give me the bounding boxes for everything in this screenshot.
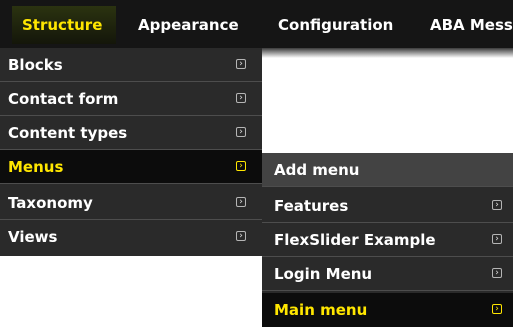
menu-item-taxonomy[interactable]: Taxonomy › [0,186,262,220]
arrow-right-square-icon: › [492,304,502,314]
tab-appearance[interactable]: Appearance [138,6,239,44]
arrow-right-square-icon: › [236,197,246,207]
menus-submenu: Add menu Features › FlexSlider Example ›… [262,153,513,327]
tab-structure[interactable]: Structure [12,6,117,44]
tab-configuration[interactable]: Configuration [278,6,393,44]
arrow-right-square-icon: › [236,231,246,241]
menu-item-contact-form[interactable]: Contact form › [0,82,262,116]
menu-item-features[interactable]: Features › [262,189,513,223]
tab-aba-messages[interactable]: ABA Mess [430,6,513,44]
menu-item-views[interactable]: Views › [0,220,262,254]
menu-item-label: Blocks [8,56,63,74]
menu-item-label: Add menu [274,161,360,179]
toolbar-shadow [262,48,513,58]
menu-item-menus[interactable]: Menus › [0,150,262,184]
menu-item-label: Views [8,228,58,246]
arrow-right-square-icon: › [492,234,502,244]
arrow-right-square-icon: › [492,200,502,210]
arrow-right-square-icon: › [236,59,246,69]
menu-item-flexslider-example[interactable]: FlexSlider Example › [262,223,513,257]
structure-dropdown: Blocks › Contact form › Content types › … [0,48,262,256]
menu-item-main-menu[interactable]: Main menu › [262,293,513,327]
arrow-right-square-icon: › [236,161,246,171]
menu-item-label: Taxonomy [8,194,93,212]
menu-item-label: Main menu [274,301,368,319]
menu-item-label: Login Menu [274,265,373,283]
menu-item-label: Menus [8,158,64,176]
menu-item-label: FlexSlider Example [274,231,436,249]
menu-item-login-menu[interactable]: Login Menu › [262,257,513,291]
admin-toolbar: Structure Appearance Configuration ABA M… [0,0,513,48]
menu-item-label: Features [274,197,349,215]
menu-item-content-types[interactable]: Content types › [0,116,262,150]
menu-item-label: Content types [8,124,128,142]
arrow-right-square-icon: › [492,268,502,278]
arrow-right-square-icon: › [236,93,246,103]
menu-item-blocks[interactable]: Blocks › [0,48,262,82]
menu-item-add-menu[interactable]: Add menu [262,153,513,187]
menu-item-label: Contact form [8,90,119,108]
arrow-right-square-icon: › [236,127,246,137]
